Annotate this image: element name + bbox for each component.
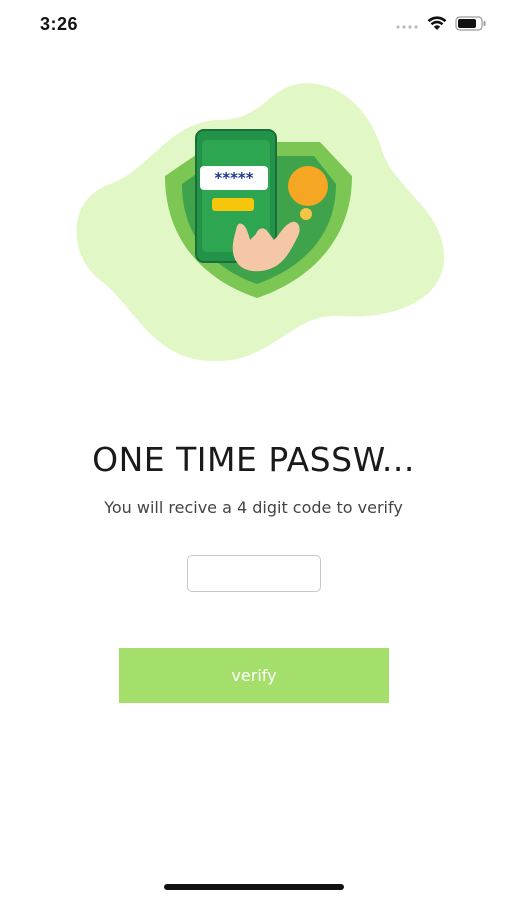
signal-dots-icon	[395, 17, 419, 35]
password-mask-text: *****	[214, 169, 253, 187]
otp-code-input[interactable]	[187, 555, 321, 592]
otp-illustration: *****	[70, 80, 450, 370]
status-icons	[395, 16, 487, 36]
battery-icon	[455, 16, 487, 36]
home-indicator[interactable]	[164, 884, 344, 890]
status-bar: 3:26	[0, 0, 507, 50]
page-subtitle: You will recive a 4 digit code to verify	[104, 498, 403, 517]
wifi-icon	[427, 16, 447, 36]
verify-button[interactable]: verify	[119, 648, 389, 703]
page-title: ONE TIME PASSW...	[92, 440, 415, 479]
status-time: 3:26	[40, 14, 79, 34]
coin-icon	[288, 166, 328, 206]
